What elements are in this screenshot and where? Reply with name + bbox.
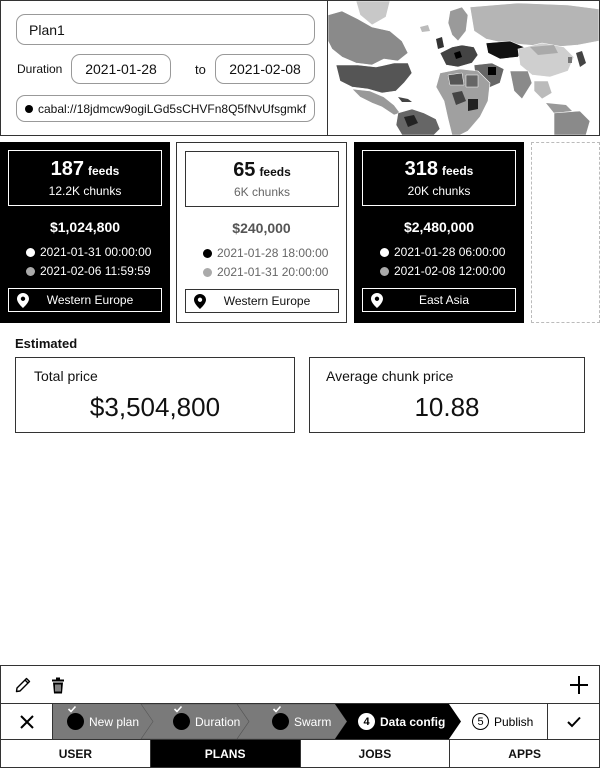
estimated-title: Estimated — [15, 336, 78, 351]
plan-header: Plan1 Duration 2021-01-28 to 2021-02-08 … — [0, 0, 600, 136]
plan-name-input[interactable]: Plan1 — [16, 14, 315, 45]
feeds-summary: 318 feeds 20K chunks — [362, 150, 516, 206]
plus-icon[interactable] — [569, 675, 589, 695]
feeds-count: 187 — [50, 158, 84, 180]
toolbar — [0, 665, 600, 704]
pencil-icon[interactable] — [13, 675, 33, 695]
cabal-address-text: cabal://18jdmcw9ogiLGd5sCHVFn8Q5fNvUfsgm… — [38, 101, 307, 116]
average-chunk-price-box: Average chunk price 10.88 — [309, 357, 585, 433]
start-time: 2021-01-28 18:00:00 — [203, 246, 328, 260]
add-swarm-placeholder[interactable] — [531, 142, 600, 323]
end-time: 2021-01-31 20:00:00 — [203, 265, 328, 279]
feeds-summary: 65 feeds 6K chunks — [185, 151, 339, 207]
world-map[interactable] — [328, 1, 599, 135]
tab-user[interactable]: USER — [1, 740, 151, 767]
tab-apps[interactable]: APPS — [450, 740, 599, 767]
swarm-price: $2,480,000 — [403, 219, 475, 235]
total-price-box: Total price $3,504,800 — [15, 357, 295, 433]
plan-stepper: New plan Duration Swarm 4 Data config 5 Pu… — [0, 703, 600, 740]
swarm-cards: 187 feeds 12.2K chunks $1,024,800 2021-01… — [0, 142, 600, 323]
cabal-address-field[interactable]: cabal://18jdmcw9ogiLGd5sCHVFn8Q5fNvUfsgm… — [16, 95, 315, 122]
step-duration-label[interactable]: Duration — [173, 704, 240, 739]
close-icon[interactable] — [1, 704, 53, 739]
swarm-card[interactable]: 318 feeds 20K chunks $2,480,000 2021-01-2… — [354, 142, 524, 323]
average-chunk-price-value: 10.88 — [414, 392, 480, 422]
start-time: 2021-01-28 06:00:00 — [380, 245, 505, 259]
region-label: East Asia — [418, 293, 470, 307]
trash-icon[interactable] — [48, 675, 68, 695]
feeds-count: 318 — [404, 158, 438, 180]
feeds-label: feeds — [88, 164, 120, 178]
step-swarm-label[interactable]: Swarm — [272, 704, 331, 739]
swarm-price: $240,000 — [232, 220, 291, 236]
chunks-count: 6K chunks — [233, 185, 291, 199]
step-new-plan-label[interactable]: New plan — [67, 704, 139, 739]
tab-jobs[interactable]: JOBS — [301, 740, 451, 767]
feeds-summary: 187 feeds 12.2K chunks — [8, 150, 162, 206]
chunks-count: 12.2K chunks — [48, 184, 122, 198]
feeds-label: feeds — [259, 165, 291, 179]
stepper-track: New plan Duration Swarm 4 Data config 5 Pu… — [53, 704, 547, 739]
average-chunk-price-label: Average chunk price — [326, 368, 454, 384]
address-status-dot — [25, 104, 33, 113]
start-time: 2021-01-31 00:00:00 — [26, 245, 151, 259]
end-date-input[interactable]: 2021-02-08 — [215, 54, 315, 84]
region-selector[interactable]: East Asia — [362, 288, 516, 312]
region-selector[interactable]: Western Europe — [185, 289, 339, 313]
total-price-value: $3,504,800 — [89, 392, 221, 422]
check-icon[interactable] — [547, 704, 599, 739]
chunks-count: 20K chunks — [407, 184, 471, 198]
total-price-label: Total price — [34, 368, 98, 384]
duration-label: Duration — [17, 62, 63, 76]
bottom-nav: USER PLANS JOBS APPS — [0, 739, 600, 768]
swarm-card[interactable]: 187 feeds 12.2K chunks $1,024,800 2021-01… — [0, 142, 170, 323]
map-pin-icon — [9, 292, 37, 308]
region-selector[interactable]: Western Europe — [8, 288, 162, 312]
region-label: Western Europe — [223, 294, 311, 308]
region-label: Western Europe — [46, 293, 134, 307]
end-time: 2021-02-08 12:00:00 — [380, 264, 505, 278]
feeds-count: 65 — [233, 159, 256, 181]
plan-form: Plan1 Duration 2021-01-28 to 2021-02-08 … — [1, 1, 328, 135]
step-publish-label[interactable]: 5 Publish — [472, 704, 533, 739]
step-data-config-label[interactable]: 4 Data config — [358, 704, 445, 739]
map-pin-icon — [186, 293, 214, 309]
tab-plans[interactable]: PLANS — [150, 740, 301, 767]
swarm-card[interactable]: 65 feeds 6K chunks $240,000 2021-01-28 18… — [176, 142, 347, 323]
feeds-label: feeds — [442, 164, 474, 178]
to-label: to — [195, 62, 206, 77]
end-time: 2021-02-06 11:59:59 — [26, 264, 151, 278]
start-date-input[interactable]: 2021-01-28 — [71, 54, 171, 84]
map-pin-icon — [363, 292, 391, 308]
swarm-price: $1,024,800 — [49, 219, 121, 235]
